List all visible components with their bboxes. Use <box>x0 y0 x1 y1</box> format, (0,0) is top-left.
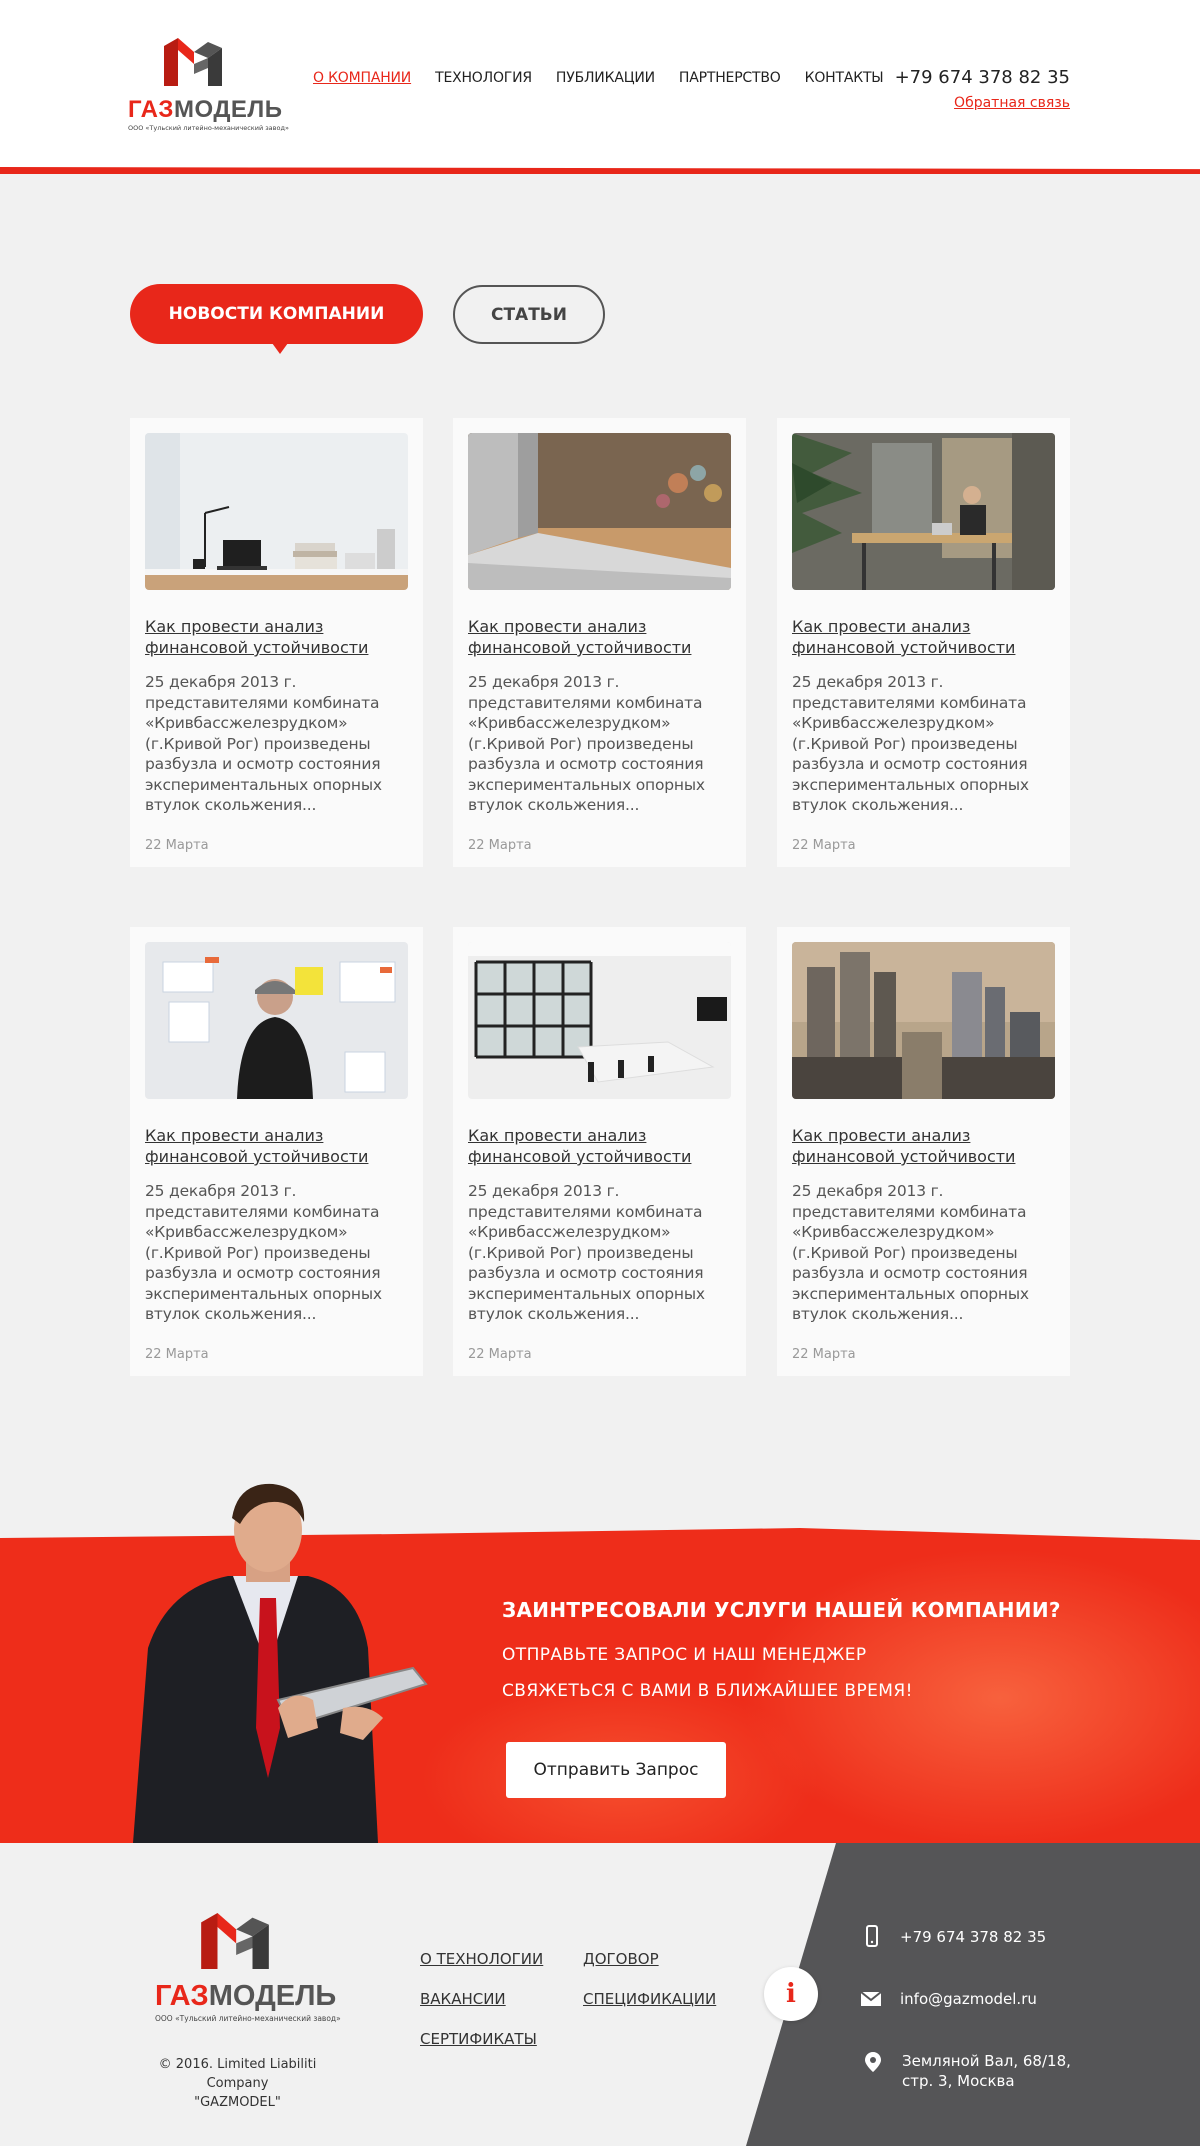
tab-articles[interactable]: Статьи <box>453 285 605 344</box>
copyright-line-2: "GAZMODEL" <box>194 2095 281 2110</box>
cta-subtitle-line-2: свяжеться с вами в ближайшее время! <box>502 1681 913 1701</box>
send-request-button[interactable]: Отправить Запрос <box>506 1742 726 1798</box>
tab-company-news[interactable]: Новости компании <box>130 284 423 354</box>
main-nav: О компании Технология Публикации Партнер… <box>313 70 907 86</box>
card-date: 22 Марта <box>468 1347 532 1362</box>
card-title[interactable]: Как провести анализ финансовой устойчиво… <box>145 1125 408 1167</box>
footer-link-contract[interactable]: Договор <box>583 1950 659 1968</box>
footer-phone[interactable]: +79 674 378 82 35 <box>900 1927 1046 1947</box>
mail-icon <box>860 1991 882 2006</box>
footer-link-technology[interactable]: О технологии <box>420 1950 543 1968</box>
cta-subtitle-line-1: Отправьте запрос и наш менеджер <box>502 1645 867 1665</box>
card-date: 22 Марта <box>145 838 209 853</box>
feedback-link[interactable]: Обратная связь <box>954 95 1070 111</box>
copyright-line-1: © 2016. Limited Liabiliti Company <box>158 2057 317 2091</box>
site-header: ГАЗМОДЕЛЬ ООО «Тульский литейно-механиче… <box>0 0 1200 170</box>
footer-email[interactable]: info@gazmodel.ru <box>900 1989 1037 2009</box>
info-icon: i <box>786 1979 796 2009</box>
logo-subtitle: ООО «Тульский литейно-механический завод… <box>128 124 289 132</box>
logo-mark-icon <box>201 1913 269 1969</box>
meeting-room-photo[interactable] <box>468 942 731 1099</box>
card-text: 25 декабря 2013 г. представителями комби… <box>145 1182 382 1323</box>
card-date: 22 Марта <box>468 838 532 853</box>
news-card[interactable]: Как провести анализ финансовой устойчиво… <box>130 927 423 1376</box>
office-man-laptop-photo[interactable] <box>792 433 1055 590</box>
footer-logo[interactable]: ГАЗМОДЕЛЬ ООО «Тульский литейно-механиче… <box>155 1913 341 2023</box>
card-date: 22 Марта <box>145 1347 209 1362</box>
logo-wordmark: ГАЗМОДЕЛЬ <box>128 96 283 123</box>
card-text: 25 декабря 2013 г. представителями комби… <box>792 673 1029 814</box>
card-title[interactable]: Как провести анализ финансовой устойчиво… <box>468 1125 731 1167</box>
card-text: 25 декабря 2013 г. представителями комби… <box>468 1182 705 1323</box>
footer-link-vacancies[interactable]: Вакансии <box>420 1990 506 2008</box>
card-text: 25 декабря 2013 г. представителями комби… <box>145 673 382 814</box>
info-button[interactable]: i <box>764 1967 818 2021</box>
laptop-photo[interactable] <box>468 433 731 590</box>
desk-workspace-photo[interactable] <box>145 433 408 590</box>
header-logo[interactable]: ГАЗМОДЕЛЬ ООО «Тульский литейно-механиче… <box>128 38 289 132</box>
footer-link-specifications[interactable]: Спецификации <box>583 1990 716 2008</box>
businessman-with-tablet-image <box>133 1483 428 1843</box>
man-whiteboard-photo[interactable] <box>145 942 408 1099</box>
card-text: 25 декабря 2013 г. представителями комби… <box>468 673 705 814</box>
news-card[interactable]: Как провести анализ финансовой устойчиво… <box>453 927 746 1376</box>
location-pin-icon <box>865 2052 881 2072</box>
header-phone[interactable]: +79 674 378 82 35 <box>895 67 1070 88</box>
nav-item-partnership[interactable]: Партнерство <box>679 70 781 86</box>
card-title[interactable]: Как провести анализ финансовой устойчиво… <box>145 616 408 658</box>
card-text: 25 декабря 2013 г. представителями комби… <box>792 1182 1029 1323</box>
nav-item-technology[interactable]: Технология <box>435 70 532 86</box>
news-card[interactable]: Как провести анализ финансовой устойчиво… <box>130 418 423 867</box>
card-title[interactable]: Как провести анализ финансовой устойчиво… <box>792 616 1055 658</box>
page: ГАЗМОДЕЛЬ ООО «Тульский литейно-механиче… <box>0 0 1200 2146</box>
card-title[interactable]: Как провести анализ финансовой устойчиво… <box>468 616 731 658</box>
news-card[interactable]: Как провести анализ финансовой устойчиво… <box>777 418 1070 867</box>
footer-logo-subtitle: ООО «Тульский литейно-механический завод… <box>155 2014 341 2023</box>
footer-link-certificates[interactable]: Сертификаты <box>420 2030 537 2048</box>
address-line-1: Земляной Вал, 68/18, <box>902 2052 1071 2070</box>
address-line-2: стр. 3, Москва <box>902 2072 1015 2090</box>
phone-icon <box>866 1925 878 1947</box>
nav-item-about[interactable]: О компании <box>313 70 411 86</box>
news-card[interactable]: Как провести анализ финансовой устойчиво… <box>777 927 1070 1376</box>
cta-title: Заинтресовали услуги нашей компании? <box>502 1598 1061 1622</box>
copyright: © 2016. Limited Liabiliti Company "GAZMO… <box>130 2055 345 2112</box>
footer-logo-wordmark: ГАЗМОДЕЛЬ <box>155 1980 337 2012</box>
footer-address: Земляной Вал, 68/18, стр. 3, Москва <box>902 2051 1071 2091</box>
card-date: 22 Марта <box>792 1347 856 1362</box>
nav-item-contacts[interactable]: Контакты <box>805 70 884 86</box>
card-date: 22 Марта <box>792 838 856 853</box>
nav-item-publications[interactable]: Публикации <box>556 70 655 86</box>
logo-mark-icon <box>164 38 222 86</box>
card-title[interactable]: Как провести анализ финансовой устойчиво… <box>792 1125 1055 1167</box>
news-card[interactable]: Как провести анализ финансовой устойчиво… <box>453 418 746 867</box>
site-footer: ГАЗМОДЕЛЬ ООО «Тульский литейно-механиче… <box>0 1843 1200 2146</box>
city-skyline-photo[interactable] <box>792 942 1055 1099</box>
